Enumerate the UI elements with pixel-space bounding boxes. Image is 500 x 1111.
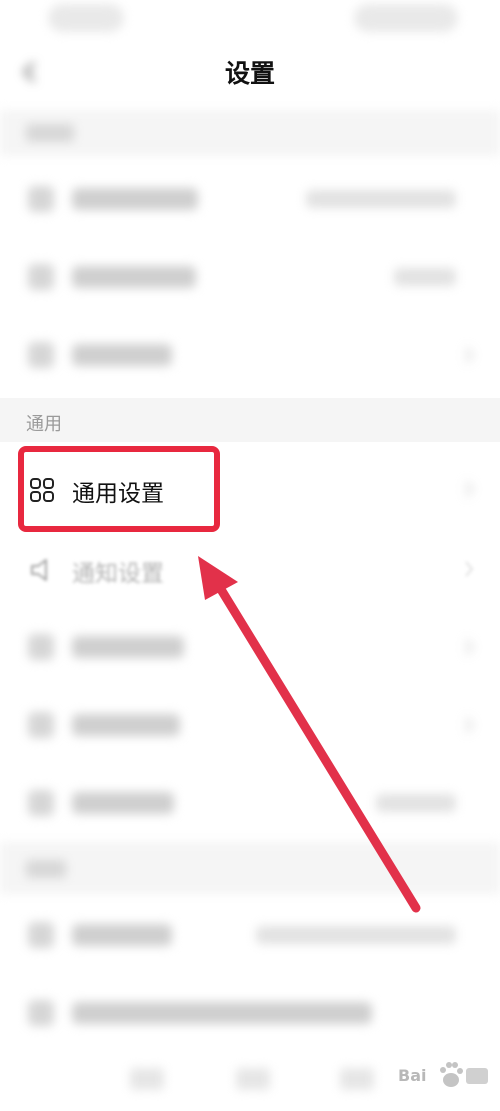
status-indicators <box>354 4 458 32</box>
settings-row[interactable] <box>0 608 500 686</box>
chevron-right-icon <box>465 561 474 577</box>
row-icon <box>28 264 54 290</box>
watermark-text: Bai <box>398 1066 427 1085</box>
row-value <box>394 268 456 286</box>
row-label: 通知设置 <box>72 561 164 587</box>
header: 设置 <box>0 38 500 108</box>
chevron-right-icon <box>465 481 474 497</box>
section-header-general: 通用 <box>0 398 500 442</box>
row-label <box>72 714 180 736</box>
section-header-account <box>0 110 500 156</box>
highlight-annotation-box <box>18 446 220 532</box>
nav-item[interactable] <box>130 1068 164 1090</box>
settings-row[interactable] <box>0 160 500 238</box>
row-label <box>72 1002 372 1024</box>
row-label <box>72 344 172 366</box>
row-icon <box>28 922 54 948</box>
nav-item[interactable] <box>236 1068 270 1090</box>
row-value <box>376 794 456 812</box>
row-icon <box>28 712 54 738</box>
row-label <box>72 924 172 946</box>
section-header-other <box>0 842 500 894</box>
row-value <box>256 926 456 944</box>
row-label <box>72 792 174 814</box>
chevron-right-icon <box>465 639 474 655</box>
row-icon <box>28 342 54 368</box>
chevron-right-icon <box>465 347 474 363</box>
paw-icon <box>440 1062 463 1087</box>
chevron-right-icon <box>465 717 474 733</box>
speaker-icon <box>31 559 47 581</box>
row-label <box>72 636 184 658</box>
settings-row[interactable] <box>0 764 500 842</box>
row-label <box>72 266 196 288</box>
settings-row[interactable] <box>0 316 500 394</box>
settings-row[interactable] <box>0 686 500 764</box>
row-label <box>72 188 198 210</box>
settings-row[interactable] <box>0 974 500 1052</box>
section-label: 通用 <box>26 414 62 435</box>
row-icon <box>28 186 54 212</box>
row-icon <box>28 634 54 660</box>
page-title: 设置 <box>224 59 275 88</box>
settings-row-notification[interactable]: 通知设置 <box>0 530 500 608</box>
settings-row[interactable] <box>0 896 500 974</box>
status-time <box>48 4 124 32</box>
watermark: Bai <box>398 1058 488 1092</box>
row-value <box>306 190 456 208</box>
nav-item[interactable] <box>340 1068 374 1090</box>
row-icon <box>28 790 54 816</box>
settings-row[interactable] <box>0 238 500 316</box>
row-icon <box>28 1000 54 1026</box>
